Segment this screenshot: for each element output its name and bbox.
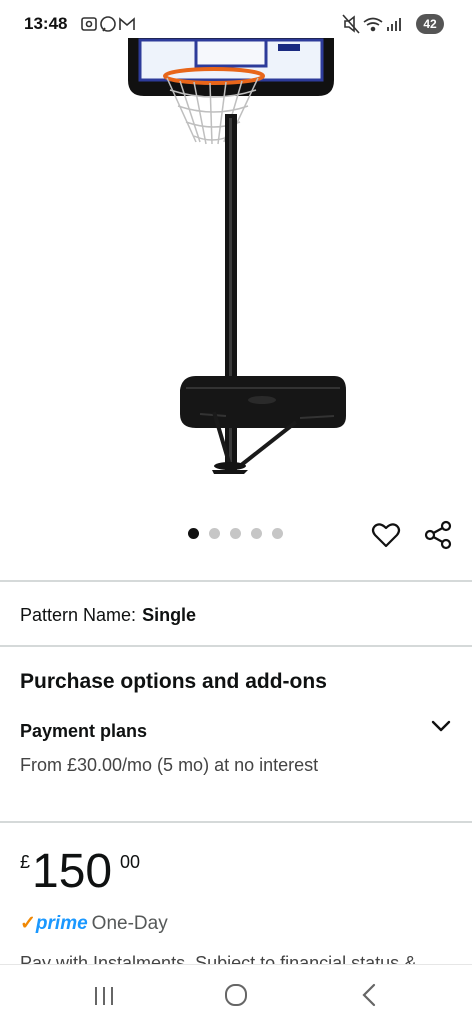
chevron-down-icon	[431, 720, 451, 732]
recent-apps-icon	[95, 987, 113, 1005]
prime-delivery: ✓prime One-Day	[20, 912, 168, 935]
price-currency: £	[20, 852, 31, 872]
wifi-icon	[363, 17, 383, 32]
share-icon	[424, 520, 452, 550]
backboard	[128, 38, 334, 96]
truncated-text-content: Pay with Instalments. Subject to financi…	[20, 954, 417, 964]
gallery-dot[interactable]	[188, 528, 199, 539]
back-icon	[362, 983, 376, 1007]
back-button[interactable]	[352, 979, 388, 1011]
whatsapp-icon	[100, 16, 116, 32]
pattern-name-row: Pattern Name: Single	[20, 605, 196, 626]
signal-icon	[387, 18, 401, 31]
purchase-options-title: Purchase options and add-ons	[20, 670, 327, 693]
screenshot-icon	[81, 17, 97, 31]
truncated-text: Pay with Instalments. Subject to financi…	[20, 954, 440, 964]
system-nav-bar	[0, 964, 472, 1025]
status-right-icons	[342, 13, 402, 40]
pattern-value: Single	[142, 605, 197, 625]
home-icon	[225, 984, 247, 1006]
status-time: 13:48	[24, 14, 68, 33]
recent-apps-button[interactable]	[86, 979, 122, 1011]
heart-icon	[371, 523, 401, 548]
price-fraction: 00	[120, 852, 141, 872]
divider	[0, 821, 472, 823]
wishlist-button[interactable]	[370, 519, 402, 551]
gallery-dot[interactable]	[251, 528, 262, 539]
gmail-icon	[119, 17, 135, 30]
status-left-icons	[80, 14, 144, 39]
mute-icon	[342, 14, 360, 34]
divider	[0, 580, 472, 582]
gallery-dot[interactable]	[209, 528, 220, 539]
prime-logo: prime	[35, 913, 88, 934]
pattern-label: Pattern Name:	[20, 605, 137, 625]
delivery-speed: One-Day	[91, 913, 168, 934]
hoop-base	[180, 376, 346, 474]
payment-plans-title[interactable]: Payment plans	[20, 721, 147, 742]
product-image[interactable]	[0, 38, 472, 508]
payment-plans-description: From £30.00/mo (5 mo) at no interest	[20, 755, 319, 775]
gallery-dot[interactable]	[272, 528, 283, 539]
home-button[interactable]	[218, 979, 254, 1011]
gallery-dot[interactable]	[230, 528, 241, 539]
divider	[0, 645, 472, 647]
share-button[interactable]	[422, 519, 454, 551]
payment-plans-expand[interactable]	[430, 718, 452, 734]
battery-indicator: 42	[416, 14, 444, 34]
prime-check-icon: ✓	[20, 913, 36, 934]
price-whole: 150	[32, 845, 113, 898]
